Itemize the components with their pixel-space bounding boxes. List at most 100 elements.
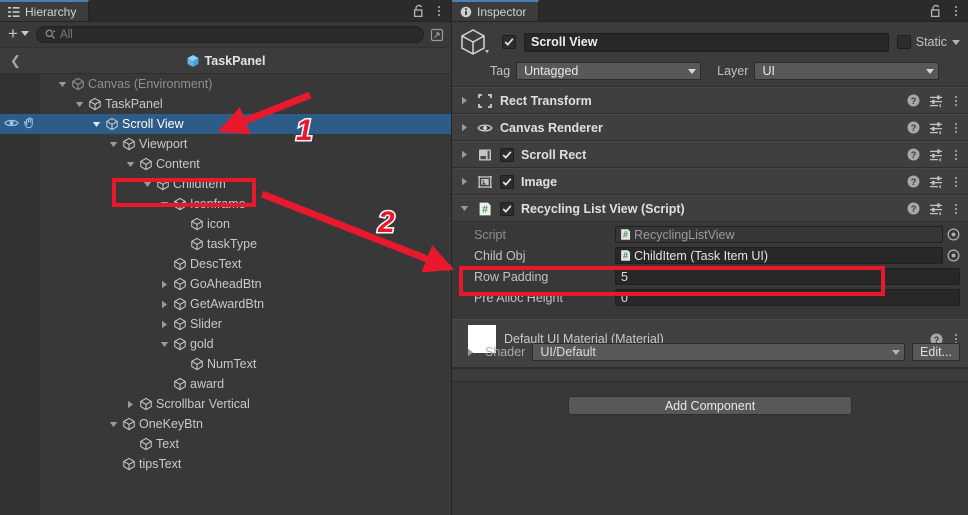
triangle-down-icon[interactable] bbox=[108, 139, 119, 150]
hierarchy-item-content[interactable]: Content bbox=[0, 154, 451, 174]
object-reference-field[interactable]: # ChildItem (Task Item UI) bbox=[615, 247, 943, 264]
triangle-down-icon[interactable] bbox=[159, 199, 170, 210]
component-row-rect-transform[interactable]: Rect Transform? bbox=[452, 87, 968, 114]
add-component-button[interactable]: Add Component bbox=[568, 396, 852, 415]
component-row-image[interactable]: Image? bbox=[452, 168, 968, 195]
chevron-down-icon bbox=[926, 68, 935, 74]
kebab-menu-icon[interactable] bbox=[952, 94, 960, 108]
breadcrumb-current: TaskPanel bbox=[0, 54, 451, 68]
hierarchy-item-label: Canvas (Environment) bbox=[88, 77, 213, 91]
object-picker-icon[interactable] bbox=[947, 228, 960, 241]
component-enabled-checkbox[interactable] bbox=[500, 174, 514, 189]
twisty-placeholder bbox=[176, 219, 187, 230]
property-row-row-padding: Row Padding 5 bbox=[460, 267, 960, 286]
triangle-right-icon[interactable] bbox=[159, 319, 170, 330]
hand-pointer-icon[interactable] bbox=[23, 116, 36, 132]
hierarchy-item-content: award bbox=[159, 377, 224, 391]
kebab-menu-icon[interactable] bbox=[952, 121, 960, 135]
shader-dropdown[interactable]: UI/Default bbox=[532, 343, 906, 361]
number-field[interactable]: 0 bbox=[615, 289, 960, 306]
gameobject-name-field[interactable]: Scroll View bbox=[524, 32, 889, 52]
hierarchy-toolbar: + All bbox=[0, 22, 451, 48]
triangle-right-icon[interactable] bbox=[458, 96, 470, 105]
kebab-menu-icon[interactable] bbox=[952, 202, 960, 216]
hierarchy-item-onekeybtn[interactable]: OneKeyBtn bbox=[0, 414, 451, 434]
triangle-right-icon[interactable] bbox=[159, 279, 170, 290]
hierarchy-item-gold[interactable]: gold bbox=[0, 334, 451, 354]
help-circle-icon[interactable]: ? bbox=[907, 202, 920, 215]
lock-open-icon[interactable] bbox=[930, 4, 942, 18]
create-object-button[interactable]: + bbox=[6, 25, 32, 44]
triangle-right-icon[interactable] bbox=[458, 177, 470, 186]
triangle-right-icon[interactable] bbox=[458, 150, 470, 159]
component-enabled-checkbox[interactable] bbox=[500, 147, 514, 162]
hierarchy-item-award[interactable]: award bbox=[0, 374, 451, 394]
triangle-down-icon[interactable] bbox=[458, 204, 470, 213]
preset-sliders-icon[interactable] bbox=[929, 202, 943, 216]
component-actions: ? bbox=[907, 148, 960, 162]
search-input[interactable]: All bbox=[35, 26, 424, 43]
gameobject-enabled-checkbox[interactable] bbox=[502, 35, 516, 49]
eye-icon[interactable] bbox=[4, 117, 19, 132]
help-circle-icon[interactable]: ? bbox=[907, 175, 920, 188]
hierarchy-item-scroll-view[interactable]: Scroll View bbox=[0, 114, 451, 134]
hierarchy-tree[interactable]: Canvas (Environment) TaskPanel Scroll View… bbox=[0, 74, 451, 515]
tag-dropdown[interactable]: Untagged bbox=[516, 62, 702, 80]
number-field[interactable]: 5 bbox=[615, 268, 960, 285]
kebab-menu-icon[interactable] bbox=[952, 148, 960, 162]
hierarchy-item-goaheadbtn[interactable]: GoAheadBtn bbox=[0, 274, 451, 294]
triangle-down-icon[interactable] bbox=[91, 119, 102, 130]
triangle-down-icon[interactable] bbox=[142, 179, 153, 190]
triangle-right-icon[interactable] bbox=[458, 123, 470, 132]
kebab-menu-icon[interactable] bbox=[952, 4, 960, 18]
script-icon: # bbox=[477, 201, 493, 217]
tab-inspector[interactable]: Inspector bbox=[452, 0, 540, 21]
component-row-canvas-renderer[interactable]: Canvas Renderer? bbox=[452, 114, 968, 141]
hierarchy-item-viewport[interactable]: Viewport bbox=[0, 134, 451, 154]
static-control[interactable]: Static bbox=[896, 35, 960, 49]
hierarchy-item-slider[interactable]: Slider bbox=[0, 314, 451, 334]
triangle-down-icon[interactable] bbox=[159, 339, 170, 350]
chevron-left-icon[interactable]: ❮ bbox=[0, 54, 31, 67]
help-circle-icon[interactable]: ? bbox=[907, 148, 920, 161]
layer-dropdown[interactable]: UI bbox=[754, 62, 940, 80]
hierarchy-item-scrollbar-vertical[interactable]: Scrollbar Vertical bbox=[0, 394, 451, 414]
breadcrumb-label: TaskPanel bbox=[204, 53, 266, 68]
component-enabled-checkbox[interactable] bbox=[500, 201, 514, 216]
object-picker-icon[interactable] bbox=[947, 249, 960, 262]
triangle-down-icon[interactable] bbox=[125, 159, 136, 170]
help-circle-icon[interactable]: ? bbox=[907, 121, 920, 134]
component-row-recycling-list-view-script[interactable]: # Recycling List View (Script)? bbox=[452, 195, 968, 222]
kebab-menu-icon[interactable] bbox=[952, 175, 960, 189]
tab-hierarchy[interactable]: Hierarchy bbox=[0, 0, 90, 21]
kebab-menu-icon[interactable] bbox=[435, 4, 443, 18]
hierarchy-item-tipstext[interactable]: tipsText bbox=[0, 454, 451, 474]
open-in-new-icon[interactable] bbox=[428, 26, 445, 43]
preset-sliders-icon[interactable] bbox=[929, 175, 943, 189]
hierarchy-item-text[interactable]: Text bbox=[0, 434, 451, 454]
triangle-right-icon[interactable] bbox=[125, 399, 136, 410]
triangle-down-icon[interactable] bbox=[57, 79, 68, 90]
gameobject-cube-icon[interactable] bbox=[460, 27, 494, 57]
hierarchy-item-desctext[interactable]: DescText bbox=[0, 254, 451, 274]
preset-sliders-icon[interactable] bbox=[929, 94, 943, 108]
chevron-down-icon[interactable] bbox=[952, 39, 960, 45]
edit-shader-button[interactable]: Edit... bbox=[912, 343, 960, 361]
hierarchy-item-getawardbtn[interactable]: GetAwardBtn bbox=[0, 294, 451, 314]
hierarchy-item-taskpanel[interactable]: TaskPanel bbox=[0, 94, 451, 114]
triangle-down-icon[interactable] bbox=[108, 419, 119, 430]
component-row-scroll-rect[interactable]: Scroll Rect? bbox=[452, 141, 968, 168]
material-expand-triangle-icon[interactable] bbox=[466, 348, 478, 357]
triangle-down-icon[interactable] bbox=[74, 99, 85, 110]
preset-sliders-icon[interactable] bbox=[929, 148, 943, 162]
static-checkbox[interactable] bbox=[896, 35, 911, 49]
preset-sliders-icon[interactable] bbox=[929, 121, 943, 135]
property-label: Script bbox=[474, 227, 506, 242]
object-reference-field[interactable]: # RecyclingListView bbox=[615, 226, 943, 243]
help-circle-icon[interactable]: ? bbox=[907, 94, 920, 107]
hierarchy-item-childitem[interactable]: ChildItem bbox=[0, 174, 451, 194]
lock-open-icon[interactable] bbox=[413, 4, 425, 18]
hierarchy-item-numtext[interactable]: NumText bbox=[0, 354, 451, 374]
hierarchy-item-canvas-environment[interactable]: Canvas (Environment) bbox=[0, 74, 451, 94]
triangle-right-icon[interactable] bbox=[159, 299, 170, 310]
